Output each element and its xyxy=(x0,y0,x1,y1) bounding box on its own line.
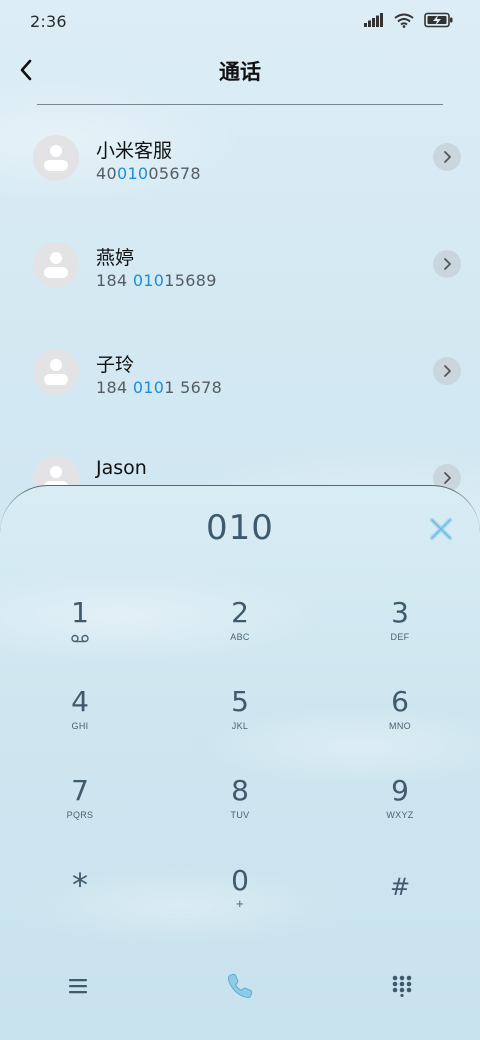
key-7[interactable]: 7 PQRS xyxy=(20,764,140,844)
key-5[interactable]: 5 JKL xyxy=(180,675,300,755)
key-2[interactable]: 2 ABC xyxy=(180,586,300,666)
chevron-right-icon xyxy=(444,365,451,377)
contact-number: 4001005678 xyxy=(96,164,201,183)
wifi-icon xyxy=(394,13,414,28)
number-part: 40 xyxy=(96,164,117,183)
key-digit: 4 xyxy=(71,685,89,718)
key-digit: 3 xyxy=(391,596,409,629)
contact-detail-button[interactable] xyxy=(433,250,461,278)
key-digit: 6 xyxy=(391,685,409,718)
key-digit: 0 xyxy=(231,864,249,897)
chevron-right-icon xyxy=(444,472,451,484)
clear-button[interactable] xyxy=(426,514,456,544)
call-button[interactable] xyxy=(210,954,270,1018)
page-title: 通话 xyxy=(219,60,261,84)
key-digit: 9 xyxy=(391,774,409,807)
key-letters: + xyxy=(236,896,244,911)
key-6[interactable]: 6 MNO xyxy=(340,675,460,755)
key-digit: 5 xyxy=(231,685,249,718)
chevron-right-icon xyxy=(444,258,451,270)
number-part: 1 5678 xyxy=(164,378,223,397)
voicemail-icon xyxy=(71,632,89,644)
dialpad-toggle-button[interactable] xyxy=(372,954,432,1018)
bottom-bar xyxy=(0,954,480,1018)
battery-charging-icon xyxy=(424,12,453,28)
key-1[interactable]: 1 xyxy=(20,586,140,666)
clear-x-icon xyxy=(429,517,453,541)
contact-detail-button[interactable] xyxy=(433,357,461,385)
key-digit: # xyxy=(389,873,411,901)
dial-input-display[interactable]: 010 xyxy=(0,508,480,548)
key-9[interactable]: 9 WXYZ xyxy=(340,764,460,844)
avatar xyxy=(33,242,79,288)
menu-button[interactable] xyxy=(48,954,108,1018)
key-letters: WXYZ xyxy=(386,810,414,820)
key-letters: DEF xyxy=(390,632,410,642)
contact-number: 184 0101 5678 xyxy=(96,378,222,397)
contact-item[interactable]: 小米客服 4001005678 xyxy=(0,105,480,212)
key-0[interactable]: 0 + xyxy=(180,854,300,934)
menu-icon xyxy=(69,979,87,994)
number-part: 184 xyxy=(96,378,133,397)
chevron-right-icon xyxy=(444,151,451,163)
header: 通话 xyxy=(0,44,480,104)
key-letters: JKL xyxy=(231,721,249,731)
avatar xyxy=(33,349,79,395)
key-letters: TUV xyxy=(230,810,250,820)
key-8[interactable]: 8 TUV xyxy=(180,764,300,844)
contact-item[interactable]: 子玲 184 0101 5678 xyxy=(0,319,480,426)
key-digit: 8 xyxy=(231,774,249,807)
dialpad-panel: 010 1 2 ABC 3 DEF 4 GHI 5 JKL 6 MNO 7 PQ… xyxy=(0,485,480,1040)
key-star[interactable]: * xyxy=(20,854,140,934)
contact-number: 184 01015689 xyxy=(96,271,217,290)
key-letters: ABC xyxy=(230,632,250,642)
number-part: 05678 xyxy=(148,164,201,183)
number-part: 15689 xyxy=(164,271,217,290)
signal-icon xyxy=(364,13,383,27)
key-letters: MNO xyxy=(389,721,411,731)
phone-call-icon xyxy=(227,973,253,999)
contact-name: Jason xyxy=(96,457,147,479)
number-match: 010 xyxy=(132,378,165,397)
contact-name: 燕婷 xyxy=(96,247,135,269)
status-time: 2:36 xyxy=(30,12,67,31)
contact-item[interactable]: 燕婷 184 01015689 xyxy=(0,212,480,319)
contact-name: 小米客服 xyxy=(96,140,173,162)
key-digit: 1 xyxy=(71,596,89,629)
key-letters: PQRS xyxy=(66,810,94,820)
key-hash[interactable]: # xyxy=(340,854,460,934)
number-match: 010 xyxy=(132,271,165,290)
number-match: 010 xyxy=(116,164,149,183)
key-letters: GHI xyxy=(71,721,89,731)
contact-name: 子玲 xyxy=(96,354,135,376)
dialpad-toggle-icon xyxy=(392,975,412,997)
key-digit: * xyxy=(72,866,88,904)
number-part: 184 xyxy=(96,271,133,290)
avatar xyxy=(33,135,79,181)
contact-detail-button[interactable] xyxy=(433,143,461,171)
key-4[interactable]: 4 GHI xyxy=(20,675,140,755)
key-3[interactable]: 3 DEF xyxy=(340,586,460,666)
key-digit: 7 xyxy=(71,774,89,807)
key-digit: 2 xyxy=(231,596,249,629)
status-icons xyxy=(364,12,454,28)
contact-list: 小米客服 4001005678 燕婷 184 01015689 子玲 184 0… xyxy=(0,105,480,495)
status-bar: 2:36 xyxy=(0,0,480,44)
